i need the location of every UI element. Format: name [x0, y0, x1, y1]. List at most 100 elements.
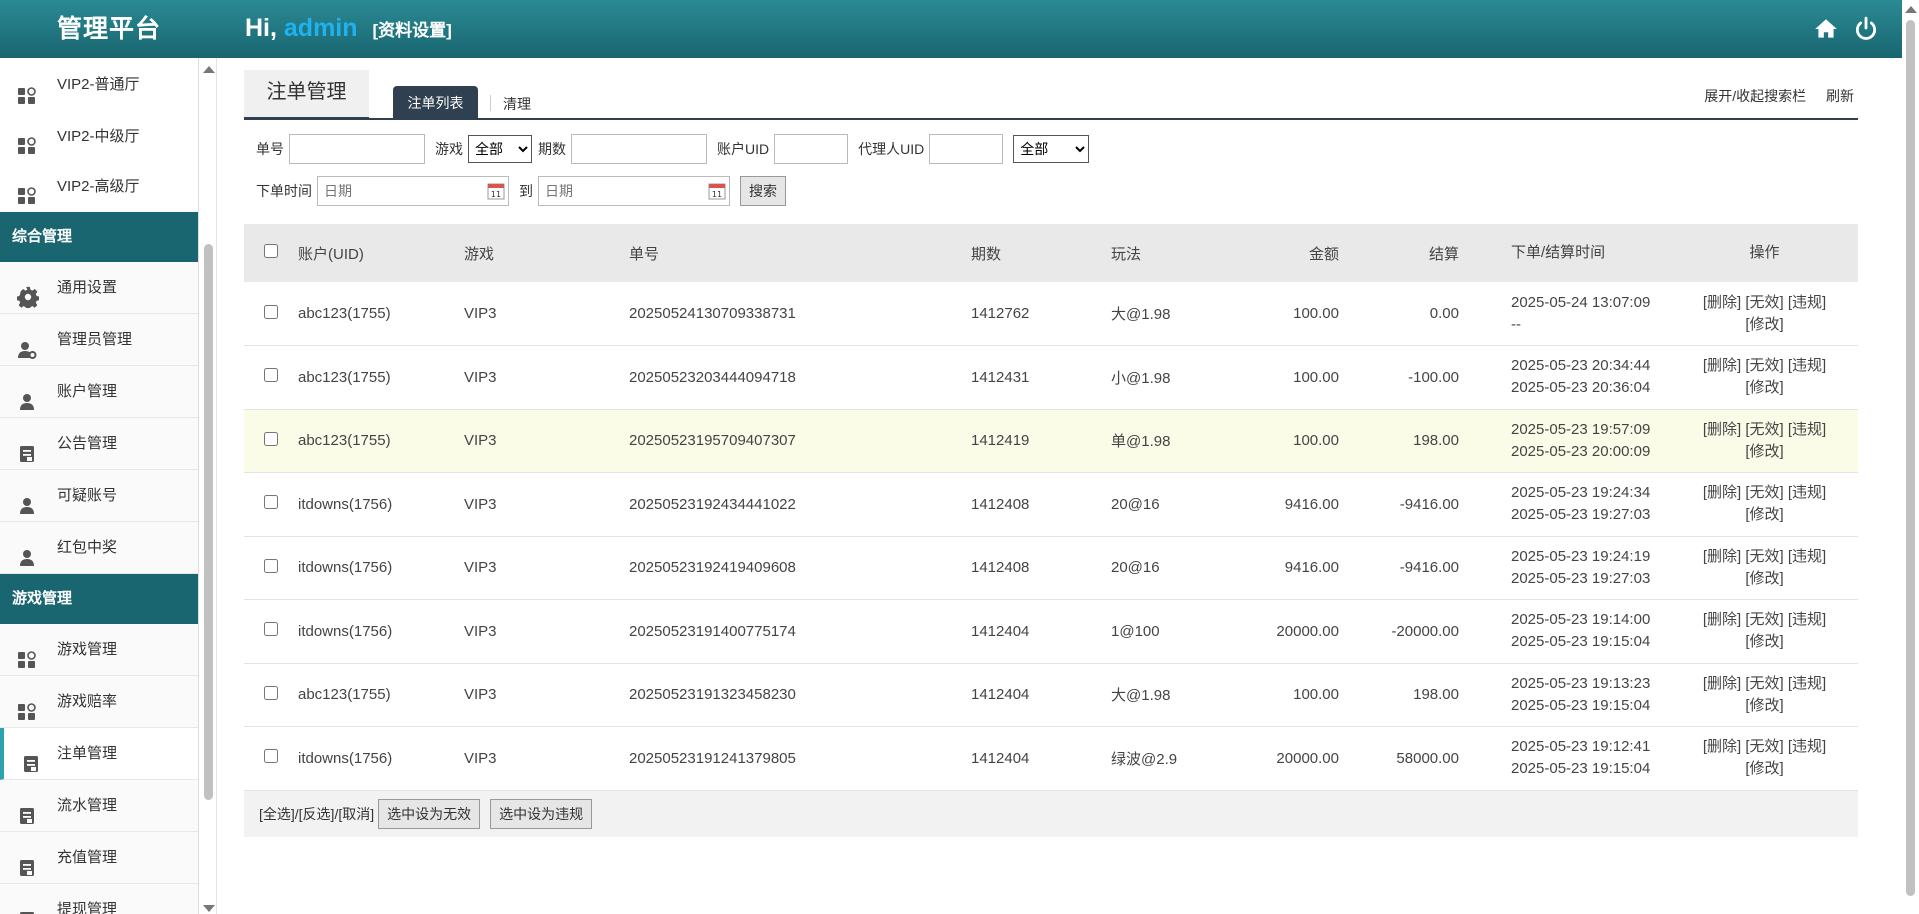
- col-game: 游戏: [464, 245, 495, 263]
- row-checkbox[interactable]: [264, 685, 278, 700]
- end-date-input[interactable]: [538, 176, 730, 206]
- scroll-up-arrow-icon[interactable]: [1905, 6, 1917, 13]
- cell-game: VIP3: [464, 495, 497, 513]
- cell-play: 单@1.98: [1111, 433, 1171, 451]
- delete-link[interactable]: [删除]: [1703, 675, 1741, 692]
- page-scrollbar[interactable]: [1902, 0, 1919, 914]
- sidebar-section-game[interactable]: 游戏管理: [0, 574, 198, 624]
- sidebar-item-suspicious-accounts[interactable]: 可疑账号: [0, 470, 198, 522]
- delete-link[interactable]: [删除]: [1703, 357, 1741, 374]
- uid-input[interactable]: [774, 134, 849, 164]
- sidebar-scrollbar[interactable]: [200, 58, 217, 914]
- sidebar-item-vip2-normal[interactable]: VIP2-普通厅: [0, 58, 198, 112]
- invalid-link[interactable]: [无效]: [1745, 738, 1783, 755]
- delete-link[interactable]: [删除]: [1703, 294, 1741, 311]
- sidebar-item-game-odds[interactable]: 游戏赔率: [0, 676, 198, 728]
- row-checkbox[interactable]: [264, 304, 278, 319]
- invalid-link[interactable]: [无效]: [1745, 548, 1783, 565]
- violate-link[interactable]: [违规]: [1788, 357, 1826, 374]
- delete-link[interactable]: [删除]: [1703, 421, 1741, 438]
- sidebar-section-general[interactable]: 综合管理: [0, 212, 198, 262]
- invalid-link[interactable]: [无效]: [1745, 357, 1783, 374]
- edit-link[interactable]: [修改]: [1745, 760, 1783, 777]
- row-checkbox[interactable]: [264, 749, 278, 764]
- start-date-input[interactable]: [317, 176, 509, 206]
- order-no-input[interactable]: [289, 134, 425, 164]
- row-checkbox[interactable]: [264, 622, 278, 637]
- delete-link[interactable]: [删除]: [1703, 484, 1741, 501]
- sidebar-item-order-manage[interactable]: 注单管理: [0, 728, 198, 780]
- home-icon[interactable]: [1813, 16, 1839, 42]
- row-checkbox[interactable]: [264, 558, 278, 573]
- row-checkbox[interactable]: [264, 495, 278, 510]
- grid-icon: [17, 177, 37, 204]
- profile-settings-link[interactable]: [资料设置]: [372, 21, 451, 40]
- sidebar-item-account-manage[interactable]: 账户管理: [0, 366, 198, 418]
- sidebar-item-vip2-mid[interactable]: VIP2-中级厅: [0, 112, 198, 162]
- sidebar-item-notice-manage[interactable]: 公告管理: [0, 418, 198, 470]
- edit-link[interactable]: [修改]: [1745, 633, 1783, 650]
- violate-link[interactable]: [违规]: [1788, 611, 1826, 628]
- refresh-link[interactable]: 刷新: [1826, 88, 1854, 104]
- toggle-search-link[interactable]: 展开/收起搜索栏: [1704, 88, 1806, 104]
- status-select[interactable]: 全部: [1013, 135, 1090, 163]
- violate-link[interactable]: [违规]: [1788, 548, 1826, 565]
- delete-link[interactable]: [删除]: [1703, 738, 1741, 755]
- invalid-link[interactable]: [无效]: [1745, 484, 1783, 501]
- violate-link[interactable]: [违规]: [1788, 484, 1826, 501]
- sidebar-item-label: 流水管理: [57, 797, 118, 814]
- edit-link[interactable]: [修改]: [1745, 506, 1783, 523]
- row-checkbox[interactable]: [264, 368, 278, 383]
- violate-link[interactable]: [违规]: [1788, 675, 1826, 692]
- scroll-down-arrow-icon[interactable]: [203, 905, 215, 912]
- sidebar-item-flow-manage[interactable]: 流水管理: [0, 780, 198, 832]
- violate-link[interactable]: [违规]: [1788, 738, 1826, 755]
- sidebar-item-game-manage[interactable]: 游戏管理: [0, 624, 198, 676]
- tab-clear[interactable]: 清理: [503, 94, 531, 114]
- invalid-link[interactable]: [无效]: [1745, 294, 1783, 311]
- agent-uid-label: 代理人UID: [858, 141, 925, 157]
- sidebar: VIP2-普通厅 VIP2-中级厅 VIP2-高级厅 综合管理 通用设置 管理员…: [0, 58, 199, 914]
- calendar-icon[interactable]: 11: [487, 182, 505, 200]
- cell-settle: 198.00: [1413, 432, 1459, 450]
- sidebar-item-vip2-high[interactable]: VIP2-高级厅: [0, 162, 198, 212]
- invalid-link[interactable]: [无效]: [1745, 421, 1783, 438]
- edit-link[interactable]: [修改]: [1745, 570, 1783, 587]
- calendar-icon[interactable]: 11: [708, 182, 726, 200]
- set-invalid-button[interactable]: 选中设为无效: [378, 798, 481, 829]
- set-violate-button[interactable]: 选中设为违规: [490, 798, 593, 829]
- delete-link[interactable]: [删除]: [1703, 611, 1741, 628]
- agent-uid-input[interactable]: [929, 134, 1004, 164]
- scroll-up-arrow-icon[interactable]: [203, 66, 215, 73]
- sidebar-item-recharge-manage[interactable]: 充值管理: [0, 832, 198, 884]
- page-scroll-thumb[interactable]: [1906, 20, 1915, 896]
- violate-link[interactable]: [违规]: [1788, 294, 1826, 311]
- search-button[interactable]: 搜索: [740, 176, 786, 206]
- cell-issue: 1412404: [971, 622, 1030, 640]
- edit-link[interactable]: [修改]: [1745, 697, 1783, 714]
- power-icon[interactable]: [1853, 16, 1879, 42]
- sidebar-item-withdraw-manage[interactable]: 提现管理: [0, 884, 198, 914]
- sidebar-item-admin-manage[interactable]: 管理员管理: [0, 314, 198, 366]
- invalid-link[interactable]: [无效]: [1745, 675, 1783, 692]
- sidebar-item-label: VIP2-高级厅: [57, 178, 140, 195]
- tab-order-list[interactable]: 注单列表: [393, 86, 478, 120]
- invalid-link[interactable]: [无效]: [1745, 611, 1783, 628]
- sidebar-item-general-settings[interactable]: 通用设置: [0, 262, 198, 314]
- issue-input[interactable]: [571, 134, 707, 164]
- edit-link[interactable]: [修改]: [1745, 316, 1783, 333]
- sidebar-item-label: 可疑账号: [57, 487, 118, 504]
- user-icon: [17, 538, 37, 566]
- violate-link[interactable]: [违规]: [1788, 421, 1826, 438]
- game-select[interactable]: 全部: [468, 135, 532, 163]
- delete-link[interactable]: [删除]: [1703, 548, 1741, 565]
- select-all-checkbox[interactable]: [264, 244, 278, 258]
- sidebar-scroll-thumb[interactable]: [204, 244, 213, 800]
- edit-link[interactable]: [修改]: [1745, 443, 1783, 460]
- row-checkbox[interactable]: [264, 431, 278, 446]
- game-label: 游戏: [435, 141, 463, 157]
- cell-order-time: 2025-05-23 19:24:34: [1511, 484, 1651, 502]
- select-toggle-links[interactable]: [全选]/[反选]/[取消]: [259, 804, 374, 824]
- edit-link[interactable]: [修改]: [1745, 379, 1783, 396]
- sidebar-item-red-packet[interactable]: 红包中奖: [0, 522, 198, 574]
